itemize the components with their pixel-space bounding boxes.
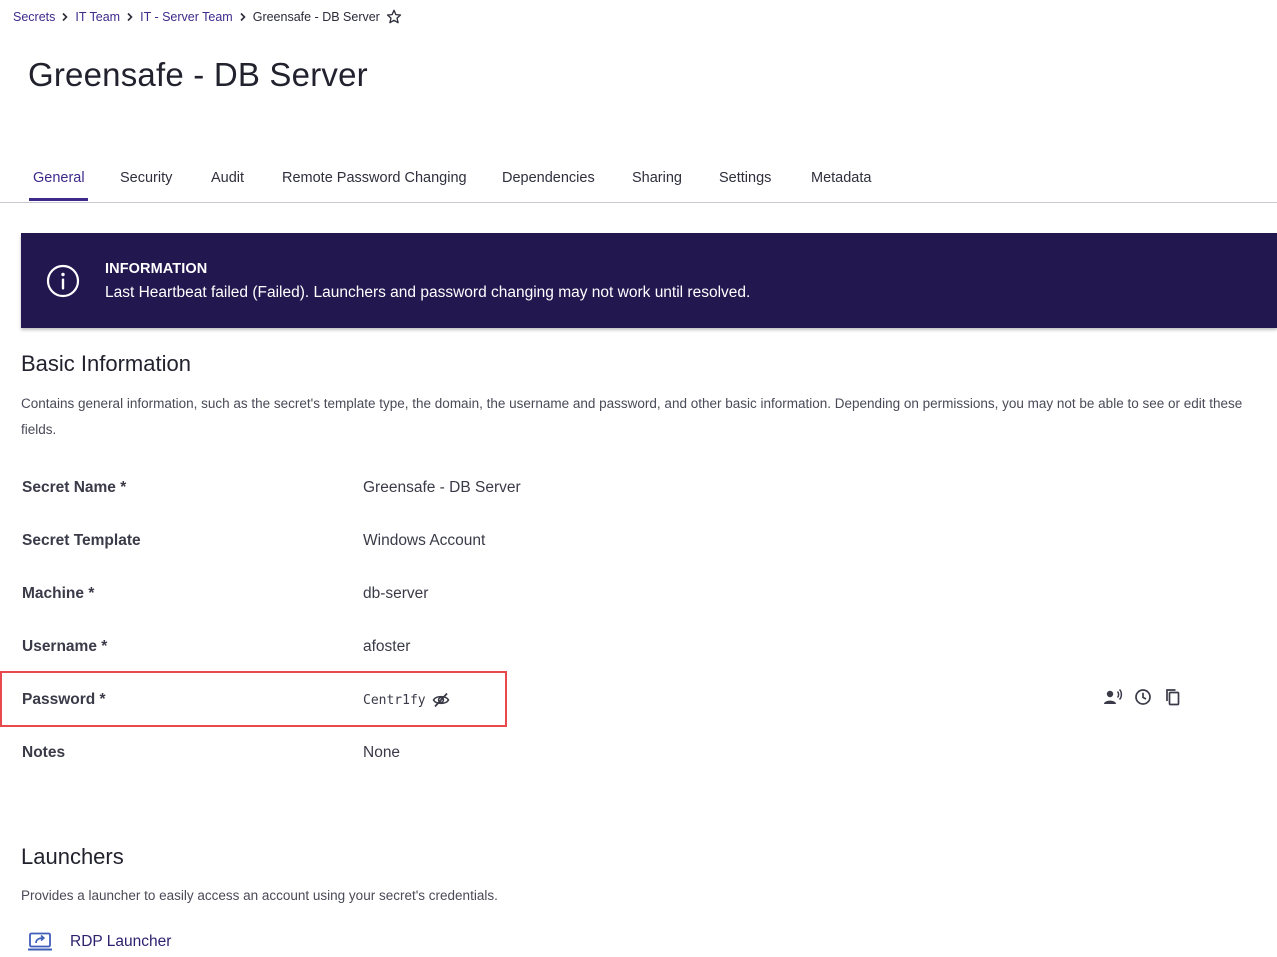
machine-value: db-server	[363, 585, 429, 602]
tab-dependencies[interactable]: Dependencies	[502, 170, 595, 186]
chevron-right-icon	[236, 10, 250, 24]
chevron-right-icon	[58, 10, 72, 24]
rdp-launcher-label: RDP Launcher	[70, 933, 172, 950]
password-actions	[1103, 687, 1193, 707]
username-value: afoster	[363, 638, 411, 655]
basic-info-title: Basic Information	[21, 351, 191, 376]
heartbeat-alert-banner: INFORMATION Last Heartbeat failed (Faile…	[21, 233, 1277, 328]
breadcrumb: Secrets IT Team IT - Server Team Greensa…	[13, 8, 402, 26]
tab-general[interactable]: General	[33, 170, 85, 186]
password-highlight-box	[0, 671, 507, 727]
info-icon	[46, 264, 80, 298]
breadcrumb-it-server-team[interactable]: IT - Server Team	[140, 10, 233, 24]
launchers-description: Provides a launcher to easily access an …	[21, 888, 498, 903]
launchers-title: Launchers	[21, 844, 124, 869]
favorite-star-icon[interactable]	[386, 9, 402, 25]
alert-message: Last Heartbeat failed (Failed). Launcher…	[105, 284, 751, 301]
notes-value: None	[363, 744, 401, 761]
notes-label: Notes	[22, 744, 66, 761]
tab-sharing[interactable]: Sharing	[632, 170, 682, 186]
speak-password-icon[interactable]	[1103, 687, 1123, 707]
secret-template-value: Windows Account	[363, 532, 486, 549]
tab-bar: General Security Audit Remote Password C…	[0, 160, 1277, 203]
basic-info-description: Contains general information, such as th…	[21, 396, 1243, 437]
tab-security[interactable]: Security	[120, 170, 172, 186]
history-icon[interactable]	[1133, 687, 1153, 707]
tab-metadata[interactable]: Metadata	[811, 170, 871, 186]
machine-label: Machine *	[22, 585, 95, 602]
secret-name-value: Greensafe - DB Server	[363, 479, 521, 496]
alert-title: INFORMATION	[105, 261, 208, 277]
rdp-launcher-link[interactable]: RDP Launcher	[27, 932, 171, 952]
secret-name-label: Secret Name *	[22, 479, 127, 496]
secret-template-label: Secret Template	[22, 532, 141, 549]
username-label: Username *	[22, 638, 108, 655]
rdp-launcher-icon	[27, 932, 53, 952]
tab-audit[interactable]: Audit	[211, 170, 244, 186]
breadcrumb-current: Greensafe - DB Server	[252, 10, 380, 24]
active-tab-indicator	[29, 198, 88, 201]
breadcrumb-it-team[interactable]: IT Team	[75, 10, 120, 24]
tab-settings[interactable]: Settings	[719, 170, 771, 186]
breadcrumb-secrets[interactable]: Secrets	[13, 10, 55, 24]
page-title: Greensafe - DB Server	[28, 56, 368, 93]
chevron-right-icon	[123, 10, 137, 24]
copy-icon[interactable]	[1163, 687, 1183, 707]
tab-remote-password-changing[interactable]: Remote Password Changing	[282, 170, 467, 186]
